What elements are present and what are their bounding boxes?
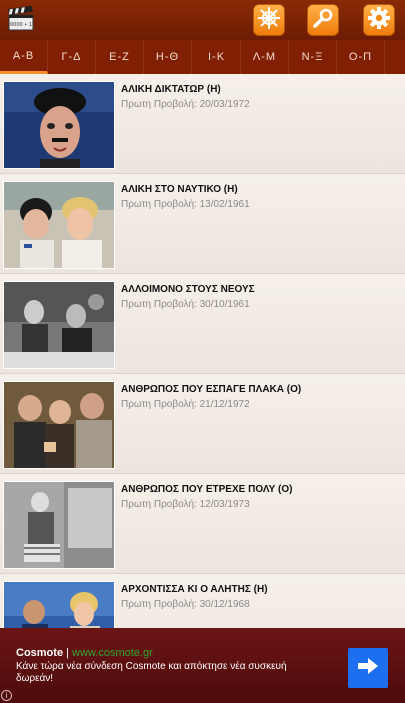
arrow-right-icon — [357, 657, 379, 680]
movie-title: ΑΛΙΚΗ ΔΙΚΤΑΤΩΡ (Η) — [121, 84, 221, 95]
movie-poster — [3, 81, 115, 169]
movie-poster — [3, 481, 115, 569]
movie-title: ΑΝΘΡΩΠΟΣ ΠΟΥ ΕΣΠΑΓΕ ΠΛΑΚΑ (Ο) — [121, 384, 302, 395]
settings-button[interactable] — [363, 4, 395, 36]
ad-header: Cosmote | www.cosmote.gr — [16, 647, 153, 659]
premiere-date: Πρωτη Προβολή: 20/03/1972 — [121, 99, 250, 110]
tab-a-b[interactable]: Α-Β — [0, 40, 48, 74]
gear-icon — [367, 6, 391, 35]
tab-r[interactable]: Ρ — [386, 40, 405, 74]
tab-h-th[interactable]: Η-Θ — [144, 40, 192, 74]
premiere-date: Πρωτη Προβολή: 30/12/1968 — [121, 599, 250, 610]
premiere-date: Πρωτη Προβολή: 21/12/1972 — [121, 399, 250, 410]
list-item[interactable]: ΑΛΙΚΗ ΔΙΚΤΑΤΩΡ (Η) Πρωτη Προβολή: 20/03/… — [0, 74, 405, 174]
list-item[interactable]: ΑΝΘΡΩΠΟΣ ΠΟΥ ΕΤΡΕΧΕ ΠΟΛΥ (Ο) Πρωτη Προβο… — [0, 474, 405, 574]
ship-wheel-icon — [257, 6, 281, 35]
movie-title: ΑΛΙΚΗ ΣΤΟ ΝΑΥΤΙΚΟ (Η) — [121, 184, 238, 195]
list-item[interactable]: ΑΛΙΚΗ ΣΤΟ ΝΑΥΤΙΚΟ (Η) Πρωτη Προβολή: 13/… — [0, 174, 405, 274]
ad-brand: Cosmote — [16, 647, 64, 659]
movie-list[interactable]: ΑΛΙΚΗ ΔΙΚΤΑΤΩΡ (Η) Πρωτη Προβολή: 20/03/… — [0, 74, 405, 628]
movie-poster — [3, 181, 115, 269]
list-item[interactable]: ΑΛΛΟΙΜΟΝΟ ΣΤΟΥΣ ΝΕΟΥΣ Πρωτη Προβολή: 30/… — [0, 274, 405, 374]
premiere-date: Πρωτη Προβολή: 12/03/1973 — [121, 499, 250, 510]
search-icon — [311, 6, 335, 35]
tab-e-z[interactable]: Ε-Ζ — [96, 40, 144, 74]
movie-title: ΑΛΛΟΙΜΟΝΟ ΣΤΟΥΣ ΝΕΟΥΣ — [121, 284, 255, 295]
tab-n-x[interactable]: Ν-Ξ — [289, 40, 337, 74]
search-button[interactable] — [307, 4, 339, 36]
ad-info-icon[interactable]: i — [1, 690, 12, 701]
ad-cta-button[interactable] — [348, 648, 388, 688]
list-item[interactable]: ΑΡΧΟΝΤΙΣΣΑ ΚΙ Ο ΑΛΗΤΗΣ (Η) Πρωτη Προβολή… — [0, 574, 405, 628]
logo-text: 0000 • 1 — [10, 22, 32, 28]
tab-o-p[interactable]: Ο-Π — [337, 40, 385, 74]
ship-wheel-button[interactable] — [253, 4, 285, 36]
tab-l-m[interactable]: Λ-Μ — [241, 40, 289, 74]
list-item[interactable]: ΑΝΘΡΩΠΟΣ ΠΟΥ ΕΣΠΑΓΕ ΠΛΑΚΑ (Ο) Πρωτη Προβ… — [0, 374, 405, 474]
movie-title: ΑΝΘΡΩΠΟΣ ΠΟΥ ΕΤΡΕΧΕ ΠΟΛΥ (Ο) — [121, 484, 293, 495]
ad-separator: | — [63, 647, 73, 659]
ad-url[interactable]: www.cosmote.gr — [72, 647, 153, 659]
letter-tabs: Α-Β Γ-Δ Ε-Ζ Η-Θ Ι-Κ Λ-Μ Ν-Ξ Ο-Π Ρ — [0, 40, 405, 74]
tab-i-k[interactable]: Ι-Κ — [193, 40, 241, 74]
clapperboard-icon[interactable]: 0000 • 1 — [8, 5, 34, 32]
premiere-date: Πρωτη Προβολή: 13/02/1961 — [121, 199, 250, 210]
movie-poster — [3, 281, 115, 369]
premiere-date: Πρωτη Προβολή: 30/10/1961 — [121, 299, 250, 310]
ad-text: Κάνε τώρα νέα σύνδεση Cosmote και απόκτη… — [16, 661, 287, 684]
ad-banner[interactable]: Cosmote | www.cosmote.gr Κάνε τώρα νέα σ… — [0, 628, 405, 703]
movie-poster — [3, 581, 115, 628]
tab-g-d[interactable]: Γ-Δ — [48, 40, 96, 74]
movie-poster — [3, 381, 115, 469]
movie-title: ΑΡΧΟΝΤΙΣΣΑ ΚΙ Ο ΑΛΗΤΗΣ (Η) — [121, 584, 268, 595]
app-bar: 0000 • 1 — [0, 0, 405, 40]
